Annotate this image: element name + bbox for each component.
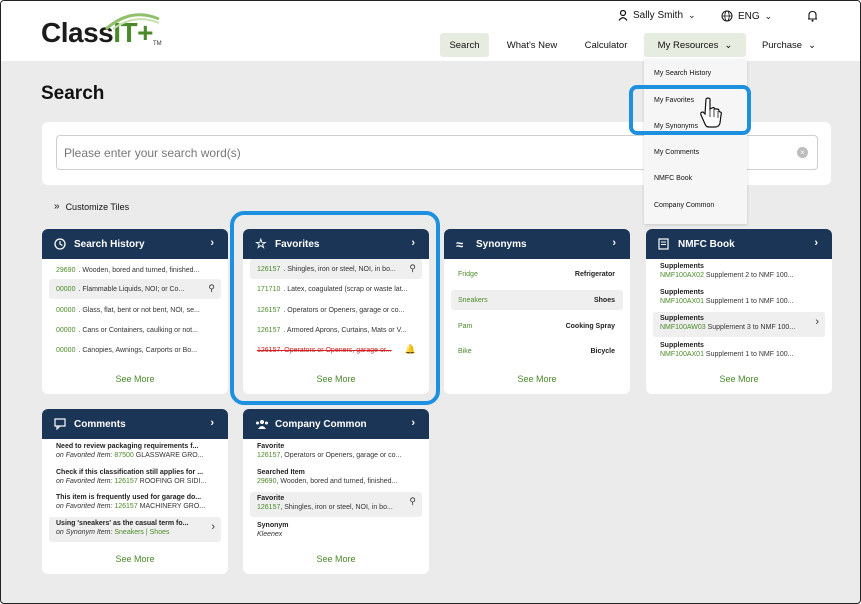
chevron-right-icon[interactable]: › [211, 522, 215, 533]
see-more-link[interactable]: See More [243, 554, 429, 564]
list-item[interactable]: Need to review packaging requirements f.… [49, 442, 221, 466]
chevron-right-icon: › [411, 417, 415, 429]
menu-item-nmfc-book[interactable]: NMFC Book [654, 175, 692, 182]
list-item[interactable]: Bike Bicycle [451, 341, 623, 361]
double-chevron-right-icon: » [54, 201, 60, 212]
list-item[interactable]: Check if this classification still appli… [49, 468, 221, 492]
nav-purchase[interactable]: Purchase ⌄ [753, 33, 825, 57]
bell-icon [808, 10, 817, 22]
see-more-link[interactable]: See More [444, 374, 630, 384]
nav-my-resources[interactable]: My Resources ⌄ [644, 33, 746, 57]
list-item[interactable]: Favorite 126157, Shingles, iron or steel,… [250, 492, 422, 517]
user-icon [618, 10, 628, 21]
list-item[interactable]: Fridge Refrigerator [451, 264, 623, 284]
top-bar: ClassIT+ TM Sally Smith ⌄ ENG ⌄ Search W… [1, 1, 860, 61]
book-icon [658, 238, 672, 250]
chevron-down-icon: ⌄ [724, 39, 733, 51]
list-item[interactable]: Supplements NMF100AX02 Supplement 2 to NM… [653, 262, 825, 286]
page-title: Search [41, 83, 105, 104]
list-item[interactable]: 00000. Canopies, Awnings, Carports or Bo… [49, 340, 221, 360]
list-item[interactable]: Supplements NMF100AX01 Supplement 1 to NM… [653, 288, 825, 312]
chevron-down-icon: ⌄ [764, 10, 773, 21]
chevron-right-icon: › [814, 237, 818, 249]
nav-calculator[interactable]: Calculator [576, 33, 636, 57]
comment-icon [54, 418, 68, 430]
list-item[interactable]: Favorite 126157, Operators or Openers, ga… [250, 442, 422, 466]
list-item[interactable]: Sneakers Shoes [451, 290, 623, 310]
nav-search[interactable]: Search [440, 33, 489, 57]
list-item[interactable]: 00000. Glass, flat, bent or not bent, NO… [49, 300, 221, 320]
user-menu[interactable]: Sally Smith ⌄ [618, 10, 696, 21]
list-item[interactable]: 29690. Wooden, bored and turned, finishe… [49, 260, 221, 280]
list-item[interactable]: Using 'sneakers' as the casual term fo..… [49, 517, 221, 542]
approx-equal-icon: ≈ [456, 236, 464, 252]
see-more-link[interactable]: See More [42, 374, 228, 384]
highlight-ring [230, 211, 440, 405]
tile-nmfc-book: NMFC Book › Supplements NMF100AX02 Supple… [646, 229, 832, 394]
language-selector[interactable]: ENG ⌄ [721, 10, 772, 22]
hand-cursor-icon [700, 97, 722, 128]
list-item[interactable]: Pam Cooking Spray [451, 316, 623, 336]
nav-whats-new[interactable]: What's New [500, 33, 564, 57]
chevron-right-icon: › [612, 237, 616, 249]
chevron-right-icon: › [210, 417, 214, 429]
tile-header[interactable]: Company Common › [243, 409, 429, 439]
see-more-link[interactable]: See More [42, 554, 228, 564]
group-icon [255, 418, 269, 430]
logo-swoosh-icon [105, 13, 160, 31]
search-icon[interactable]: ⚲ [409, 497, 416, 506]
list-item[interactable]: Searched Item 29690, Wooden, bored and tu… [250, 468, 422, 492]
tile-header[interactable]: NMFC Book › [646, 229, 832, 259]
list-item[interactable]: 00000. Cans or Containers, caulking or n… [49, 320, 221, 340]
globe-icon [721, 10, 733, 22]
list-item[interactable]: Supplements NMF100AX01 Supplement 1 to NM… [653, 341, 825, 365]
list-item[interactable]: Synonym Kleenex [250, 521, 422, 545]
menu-item-my-search-history[interactable]: My Search History [654, 70, 711, 77]
tile-header[interactable]: Comments › [42, 409, 228, 439]
menu-item-company-common[interactable]: Company Common [654, 202, 714, 209]
notifications-button[interactable] [807, 10, 818, 22]
app-window: ClassIT+ TM Sally Smith ⌄ ENG ⌄ Search W… [0, 0, 861, 604]
customize-tiles-button[interactable]: » Customize Tiles [54, 201, 129, 212]
search-icon[interactable]: ⚲ [208, 283, 215, 294]
chevron-right-icon: › [210, 237, 214, 249]
clock-icon [54, 238, 68, 250]
my-resources-dropdown: My Search History My Favorites My Synony… [644, 59, 747, 224]
see-more-link[interactable]: See More [646, 374, 832, 384]
chevron-down-icon: ⌄ [688, 10, 696, 20]
menu-item-my-comments[interactable]: My Comments [654, 149, 699, 156]
tile-comments: Comments › Need to review packaging requ… [42, 409, 228, 574]
highlight-ring [629, 85, 751, 135]
list-item[interactable]: 00000. Flammable Liquids, NOI; or Co... ⚲ [49, 279, 221, 299]
clear-search-icon[interactable]: × [797, 147, 808, 158]
chevron-right-icon[interactable]: › [815, 317, 819, 328]
tile-company-common: Company Common › Favorite 126157, Operato… [243, 409, 429, 574]
trademark: TM [153, 41, 162, 47]
list-item[interactable]: This item is frequently used for garage … [49, 493, 221, 517]
tile-search-history: Search History › 29690. Wooden, bored an… [42, 229, 228, 394]
tile-synonyms: ≈ Synonyms › Fridge Refrigerator Sneakers… [444, 229, 630, 394]
tile-header[interactable]: Search History › [42, 229, 228, 259]
tile-header[interactable]: ≈ Synonyms › [444, 229, 630, 259]
chevron-down-icon: ⌄ [808, 39, 817, 51]
language-code: ENG [738, 10, 760, 22]
user-name: Sally Smith [633, 10, 684, 21]
list-item[interactable]: Supplements NMF100AW03 Supplement 3 to NM… [653, 312, 825, 337]
